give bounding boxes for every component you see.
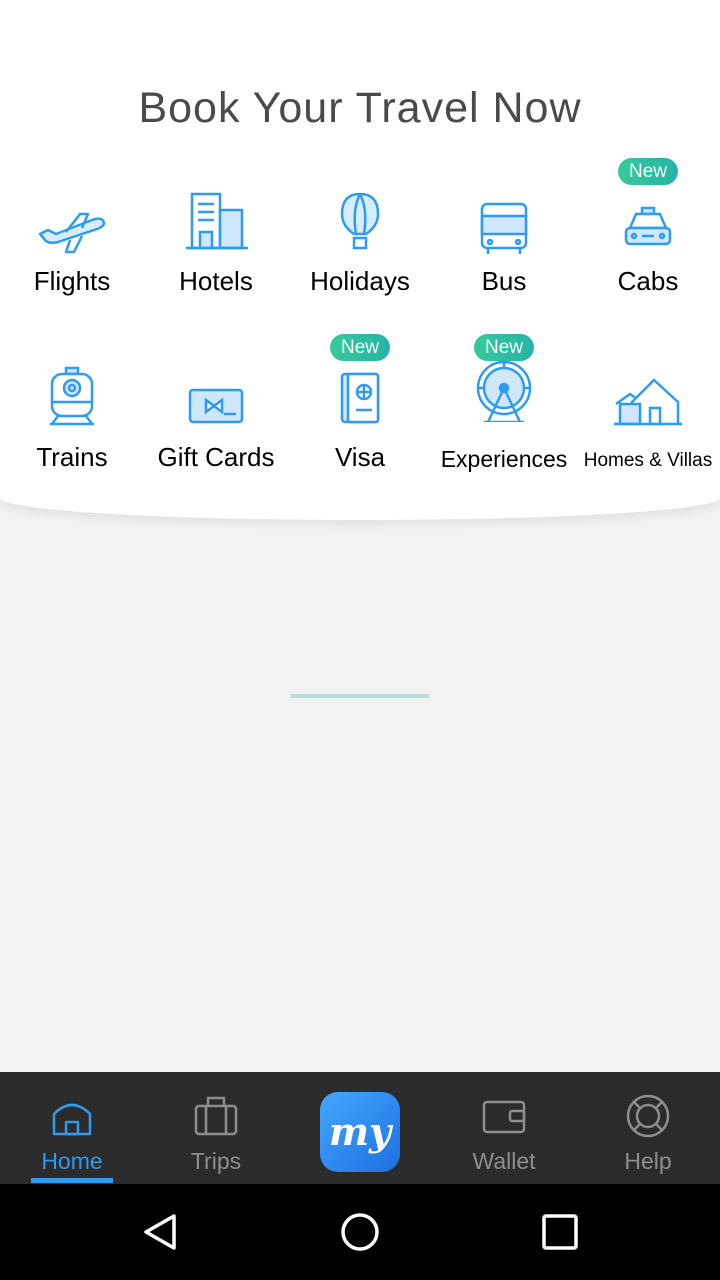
service-label: Flights [33,266,111,296]
service-gift-cards[interactable]: Gift Cards [144,356,288,496]
service-label: Bus [481,266,527,296]
new-badge: New [330,334,390,361]
home-circle-icon[interactable] [340,1212,380,1252]
back-icon[interactable] [140,1212,180,1252]
nav-label: Home [41,1148,103,1174]
wallet-icon [482,1094,526,1138]
bus-icon [468,198,540,262]
service-label: Visa [334,442,386,472]
active-tab-indicator [31,1178,113,1183]
home-icon [50,1094,94,1138]
passport-icon [324,370,396,434]
new-badge: New [474,334,534,361]
nav-home[interactable]: Home [0,1072,144,1184]
loading-indicator [290,694,430,698]
service-cabs[interactable]: New Cabs [576,158,720,320]
nav-trips[interactable]: Trips [144,1072,288,1184]
ferris-wheel-icon [468,358,540,422]
service-visa[interactable]: New Visa [288,334,432,496]
nav-label: Help [624,1148,672,1174]
service-label: Homes & Villas [583,450,713,471]
service-bus[interactable]: Bus [432,180,576,320]
taxi-icon [612,202,684,266]
hot-air-balloon-icon [324,190,396,254]
nav-label: Trips [190,1148,242,1174]
service-label: Gift Cards [157,442,275,472]
service-experiences[interactable]: New Experiences [432,334,576,496]
lifebuoy-icon [626,1094,670,1138]
service-hotels[interactable]: Hotels [144,180,288,320]
service-label: Holidays [310,266,410,296]
service-label: Experiences [440,446,568,472]
service-homes-villas[interactable]: Homes & Villas [576,356,720,496]
recents-square-icon[interactable] [540,1212,580,1252]
gift-card-icon [180,380,252,444]
briefcase-icon [194,1094,238,1138]
system-navigation-bar [0,1184,720,1280]
service-trains[interactable]: Trains [0,356,144,496]
airplane-icon [36,194,108,258]
nav-wallet[interactable]: Wallet [432,1072,576,1184]
new-badge: New [618,158,678,185]
nav-label: Wallet [472,1148,536,1174]
service-flights[interactable]: Flights [0,180,144,320]
service-label: Hotels [179,266,253,296]
service-holidays[interactable]: Holidays [288,180,432,320]
hotel-building-icon [180,190,252,254]
house-icon [612,374,684,438]
service-label: Trains [36,442,108,472]
service-label: Cabs [617,266,679,296]
app-logo-icon[interactable]: my [320,1092,400,1172]
train-icon [36,366,108,430]
nav-help[interactable]: Help [576,1072,720,1184]
page-title: Book Your Travel Now [138,84,582,132]
